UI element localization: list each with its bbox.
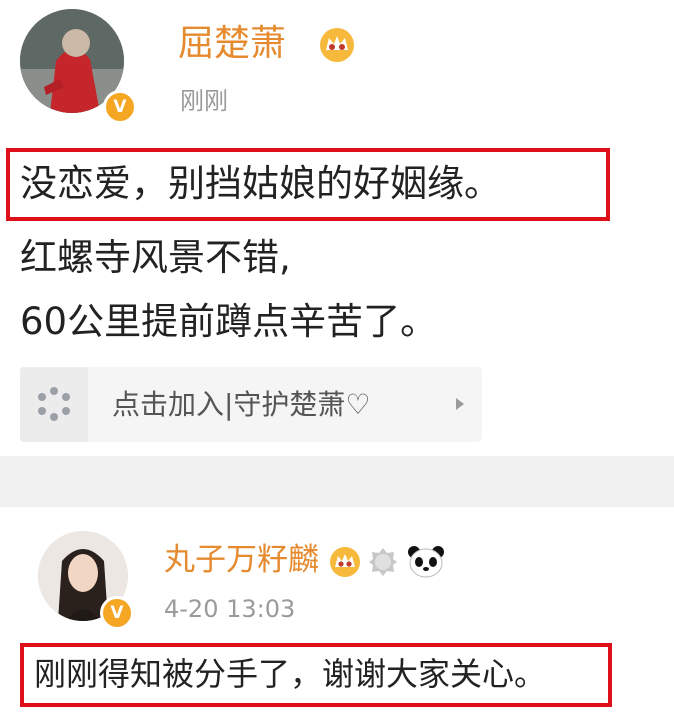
post-text-line-2: 60公里提前蹲点辛苦了。 <box>20 300 438 343</box>
vip-crown-icon <box>318 26 356 64</box>
highlighted-text-1: 没恋爱，别挡姑娘的好姻缘。 <box>20 162 501 205</box>
fan-badge-icon <box>366 545 400 579</box>
post-time-2: 4-20 13:03 <box>164 595 296 623</box>
user-name-2[interactable]: 丸子万籽麟 <box>164 541 319 579</box>
verified-badge-1: V <box>103 90 137 124</box>
user-name-1[interactable]: 屈楚萧 <box>178 22 286 66</box>
highlighted-text-2: 刚刚得知被分手了，谢谢大家关心。 <box>34 655 547 693</box>
card-separator <box>0 456 674 507</box>
post-time-1: 刚刚 <box>180 87 228 115</box>
post-text-line-1: 红螺寺风景不错, <box>20 236 291 279</box>
verified-v-icon: V <box>113 96 127 117</box>
app-dots-icon <box>20 367 88 442</box>
panda-icon <box>406 543 446 579</box>
post-card-2: V 丸子万籽麟 4-20 13:03 刚刚得知被分手了，谢谢大家关心。 <box>0 507 674 714</box>
user-name-label: 丸子万籽麟 <box>164 542 319 578</box>
verified-badge-2: V <box>100 596 134 630</box>
chevron-right-icon <box>454 395 466 413</box>
verified-v-icon: V <box>110 602 124 623</box>
vip-crown-icon <box>328 545 362 579</box>
post-card-1: V 屈楚萧 刚刚 没恋爱，别挡姑娘的好姻缘。 红螺寺风景不错, 60公里提前蹲点… <box>0 0 674 456</box>
join-fan-group-bar[interactable]: 点击加入|守护楚萧♡ <box>20 367 482 442</box>
user-name-label: 屈楚萧 <box>178 23 287 64</box>
join-label: 点击加入|守护楚萧♡ <box>112 388 371 421</box>
